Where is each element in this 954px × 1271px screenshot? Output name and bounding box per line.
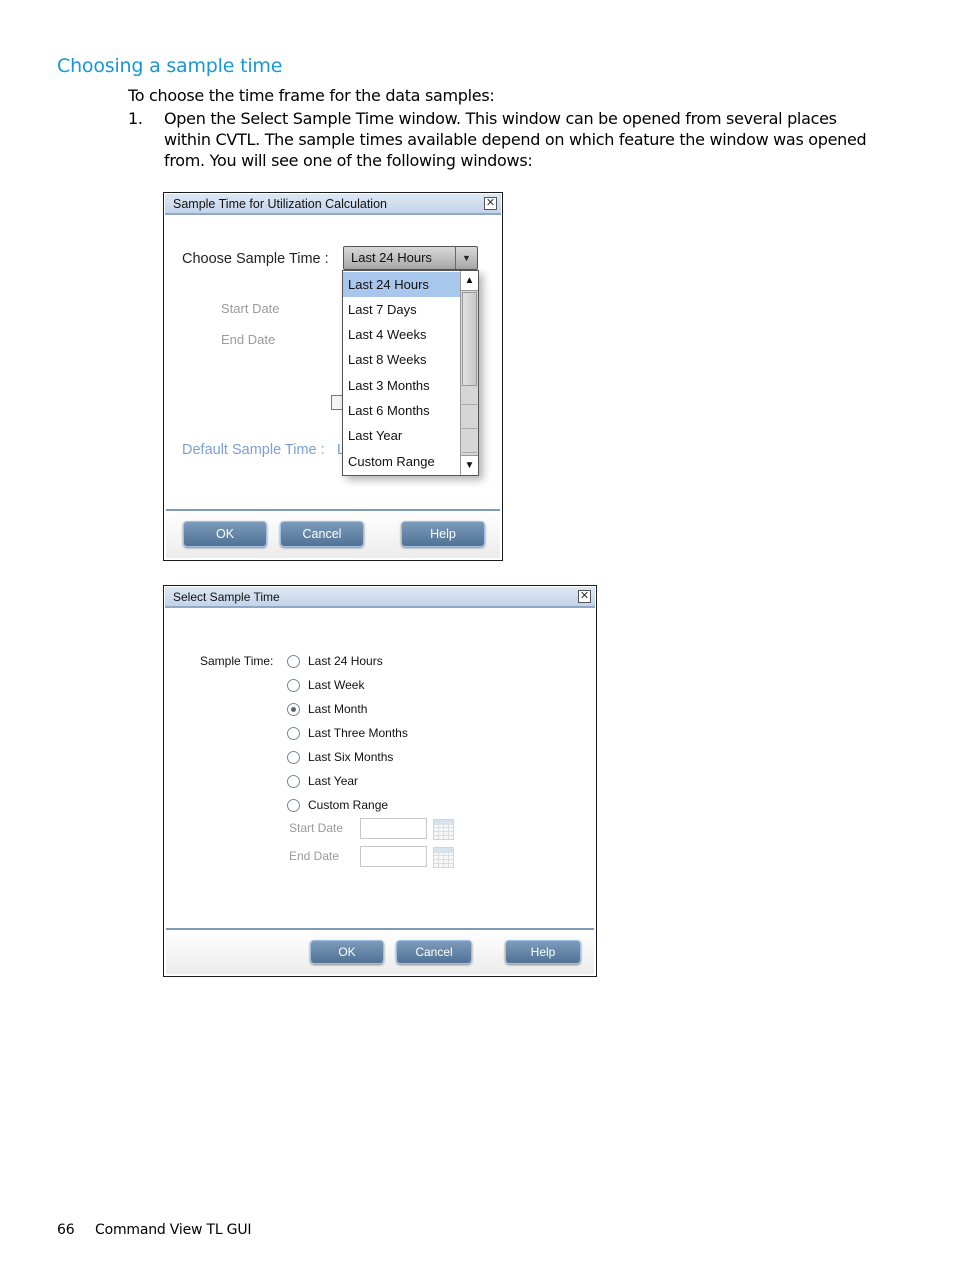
scroll-up-arrow-icon[interactable]: ▲ <box>461 271 478 291</box>
radio-label: Custom Range <box>308 798 389 812</box>
start-date-input[interactable] <box>360 818 427 839</box>
radio-button[interactable] <box>287 679 300 692</box>
close-icon[interactable]: ✕ <box>484 197 497 210</box>
radio-button[interactable] <box>287 655 300 668</box>
page-number: 66 <box>57 1222 75 1238</box>
end-date-label: End Date <box>221 332 276 347</box>
chevron-down-icon[interactable]: ▼ <box>455 247 477 269</box>
radio-button[interactable] <box>287 799 300 812</box>
select-sample-time-dialog: Select Sample Time ✕ Sample Time: Last 2… <box>163 585 597 977</box>
radio-dot-icon <box>291 707 296 712</box>
calendar-icon[interactable] <box>433 847 454 868</box>
ok-button[interactable]: OK <box>183 521 267 547</box>
radio-button[interactable] <box>287 727 300 740</box>
dropdown-option[interactable]: Last 7 Days <box>343 297 460 322</box>
start-date-label: Start Date <box>289 821 344 835</box>
dialog-title: Select Sample Time <box>173 590 280 604</box>
sample-time-combobox[interactable]: Last 24 Hours ▼ <box>343 246 478 270</box>
dialog-titlebar: Select Sample Time ✕ <box>165 587 595 608</box>
end-date-label: End Date <box>289 849 340 863</box>
ok-button[interactable]: OK <box>310 940 384 964</box>
dropdown-option[interactable]: Last 4 Weeks <box>343 322 460 347</box>
dropdown-option[interactable]: Last 6 Months <box>343 398 460 423</box>
scroll-track-segment <box>462 405 477 429</box>
radio-button[interactable] <box>287 775 300 788</box>
radio-label: Last 24 Hours <box>308 654 383 668</box>
sample-time-label: Sample Time: <box>200 654 274 668</box>
radio-button-checked[interactable] <box>287 703 300 716</box>
calendar-icon[interactable] <box>433 819 454 840</box>
radio-label: Last Month <box>308 702 368 716</box>
dropdown-option[interactable]: Last Year <box>343 423 460 448</box>
dialog-title: Sample Time for Utilization Calculation <box>173 197 387 211</box>
help-button[interactable]: Help <box>401 521 485 547</box>
radio-label: Last Six Months <box>308 750 394 764</box>
dialog-button-bar: OK Cancel Help <box>166 928 594 974</box>
intro-text: To choose the time frame for the data sa… <box>128 86 495 105</box>
radio-button[interactable] <box>287 751 300 764</box>
close-icon[interactable]: ✕ <box>578 590 591 603</box>
scroll-track-segment <box>462 429 477 453</box>
default-sample-time-label: Default Sample Time : <box>182 442 325 458</box>
cancel-button[interactable]: Cancel <box>280 521 364 547</box>
dropdown-option[interactable]: Last 24 Hours <box>343 272 460 297</box>
help-button[interactable]: Help <box>505 940 581 964</box>
footer-section-title: Command View TL GUI <box>95 1222 252 1238</box>
dialog-button-bar: OK Cancel Help <box>166 509 500 558</box>
dropdown-option[interactable]: Last 8 Weeks <box>343 347 460 372</box>
scrollbar-thumb[interactable] <box>462 292 477 386</box>
section-heading: Choosing a sample time <box>57 55 283 77</box>
sample-time-dropdown-list[interactable]: Last 24 Hours Last 7 Days Last 4 Weeks L… <box>342 270 479 476</box>
scroll-track-segment <box>462 387 477 405</box>
step-text: Open the Select Sample Time window. This… <box>164 109 867 170</box>
dropdown-option[interactable]: Custom Range <box>343 449 460 474</box>
radio-label: Last Year <box>308 774 359 788</box>
end-date-input[interactable] <box>360 846 427 867</box>
utilization-sample-time-dialog: Sample Time for Utilization Calculation … <box>163 192 503 561</box>
combobox-value: Last 24 Hours <box>351 250 432 265</box>
choose-sample-time-label: Choose Sample Time : <box>182 251 329 267</box>
radio-label: Last Three Months <box>308 726 408 740</box>
dialog-titlebar: Sample Time for Utilization Calculation … <box>165 194 501 215</box>
step-number: 1. <box>128 109 143 128</box>
start-date-label: Start Date <box>221 301 280 316</box>
radio-label: Last Week <box>308 678 365 692</box>
scroll-down-arrow-icon[interactable]: ▼ <box>461 455 478 475</box>
cancel-button[interactable]: Cancel <box>396 940 472 964</box>
dropdown-scrollbar[interactable]: ▲ ▼ <box>460 271 478 475</box>
page-footer: 66 Command View TL GUI <box>57 1222 252 1238</box>
dropdown-option[interactable]: Last 3 Months <box>343 373 460 398</box>
